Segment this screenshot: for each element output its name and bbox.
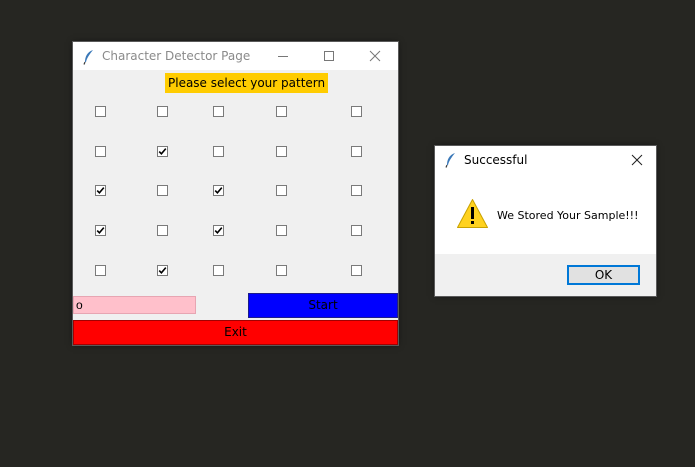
check-icon <box>214 187 223 194</box>
main-titlebar[interactable]: Character Detector Page <box>73 42 398 70</box>
pattern-checkbox[interactable] <box>276 146 287 157</box>
maximize-icon <box>324 51 334 61</box>
check-icon <box>96 187 105 194</box>
pattern-checkbox[interactable] <box>351 106 362 117</box>
ok-button[interactable]: OK <box>567 265 640 285</box>
exit-button[interactable]: Exit <box>73 320 398 345</box>
pattern-checkbox[interactable] <box>276 106 287 117</box>
pattern-checkbox[interactable] <box>213 265 224 276</box>
dialog-title: Successful <box>464 153 528 167</box>
pattern-checkbox[interactable] <box>157 265 168 276</box>
dialog-titlebar[interactable]: Successful <box>435 146 656 174</box>
check-icon <box>158 148 167 155</box>
close-icon <box>369 50 381 62</box>
minimize-button[interactable] <box>260 42 306 70</box>
pattern-checkbox[interactable] <box>213 225 224 236</box>
pattern-checkbox[interactable] <box>157 106 168 117</box>
pattern-checkbox[interactable] <box>157 146 168 157</box>
name-input[interactable]: o <box>73 296 196 314</box>
pattern-checkbox[interactable] <box>95 185 106 196</box>
pattern-checkbox[interactable] <box>213 185 224 196</box>
feather-icon <box>83 50 93 65</box>
check-icon <box>158 267 167 274</box>
pattern-checkbox[interactable] <box>276 185 287 196</box>
pattern-prompt: Please select your pattern <box>165 73 329 93</box>
dialog-message: We Stored Your Sample!!! <box>497 209 639 222</box>
pattern-checkbox[interactable] <box>351 265 362 276</box>
pattern-checkbox[interactable] <box>213 146 224 157</box>
check-icon <box>214 227 223 234</box>
minimize-icon <box>278 56 288 57</box>
check-icon <box>96 227 105 234</box>
success-dialog: Successful We Stored Your Sample!!! OK <box>434 145 657 297</box>
close-icon <box>631 154 643 166</box>
dialog-close-button[interactable] <box>618 146 656 174</box>
pattern-checkbox[interactable] <box>95 146 106 157</box>
main-window: Character Detector Page Please select yo… <box>72 41 399 346</box>
warning-icon <box>457 199 488 228</box>
start-button[interactable]: Start <box>248 293 398 318</box>
pattern-checkbox[interactable] <box>95 106 106 117</box>
pattern-checkbox[interactable] <box>351 185 362 196</box>
pattern-checkbox[interactable] <box>351 225 362 236</box>
pattern-checkbox[interactable] <box>213 106 224 117</box>
feather-icon <box>445 153 455 168</box>
main-window-title: Character Detector Page <box>102 49 251 63</box>
maximize-button[interactable] <box>306 42 352 70</box>
pattern-checkbox[interactable] <box>95 265 106 276</box>
close-button[interactable] <box>352 42 398 70</box>
pattern-checkbox[interactable] <box>95 225 106 236</box>
pattern-checkbox[interactable] <box>276 265 287 276</box>
pattern-checkbox[interactable] <box>351 146 362 157</box>
pattern-checkbox[interactable] <box>157 185 168 196</box>
pattern-checkbox[interactable] <box>157 225 168 236</box>
pattern-checkbox[interactable] <box>276 225 287 236</box>
